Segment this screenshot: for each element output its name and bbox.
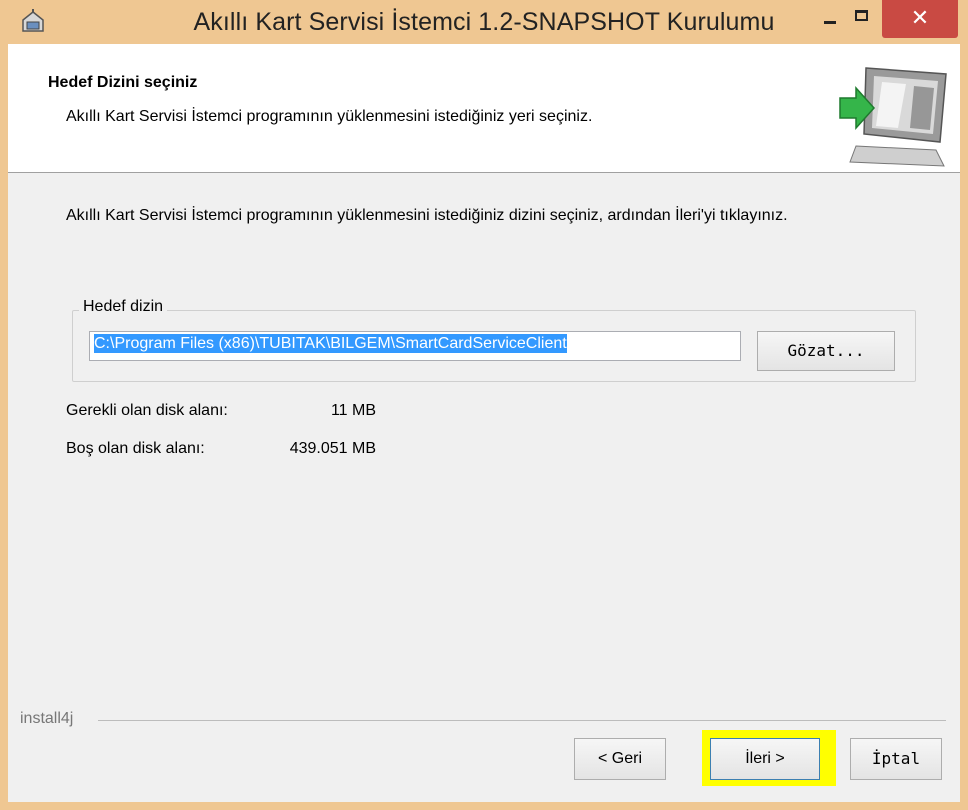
browse-button[interactable]: Gözat... xyxy=(757,331,895,371)
next-button[interactable]: İleri > xyxy=(710,738,820,780)
free-space-row: Boş olan disk alanı: 439.051 MB xyxy=(66,440,376,458)
destination-groupbox: Hedef dizin C:\Program Files (x86)\TUBIT… xyxy=(72,298,916,382)
dialog-client-area: Hedef Dizini seçiniz Akıllı Kart Servisi… xyxy=(8,44,960,802)
maximize-button[interactable] xyxy=(848,0,878,40)
back-button[interactable]: < Geri xyxy=(574,738,666,780)
wizard-header: Hedef Dizini seçiniz Akıllı Kart Servisi… xyxy=(8,44,960,173)
free-space-value: 439.051 MB xyxy=(289,440,376,457)
page-title: Hedef Dizini seçiniz xyxy=(48,74,198,91)
required-space-label: Gerekli olan disk alanı: xyxy=(66,402,228,419)
instruction-text: Akıllı Kart Servisi İstemci programının … xyxy=(66,207,788,224)
cancel-button[interactable]: İptal xyxy=(850,738,942,780)
title-bar[interactable]: Akıllı Kart Servisi İstemci 1.2-SNAPSHOT… xyxy=(0,0,968,44)
footer-divider xyxy=(98,720,946,721)
close-button[interactable]: ✕ xyxy=(882,0,958,38)
destination-path-input[interactable]: C:\Program Files (x86)\TUBITAK\BILGEM\Sm… xyxy=(89,331,741,361)
required-space-value: 11 MB xyxy=(330,402,376,419)
destination-group-label: Hedef dizin xyxy=(79,298,168,316)
free-space-label: Boş olan disk alanı: xyxy=(66,440,205,457)
installer-window: Akıllı Kart Servisi İstemci 1.2-SNAPSHOT… xyxy=(0,0,968,810)
required-space-row: Gerekli olan disk alanı: 11 MB xyxy=(66,402,376,420)
close-icon: ✕ xyxy=(910,5,930,30)
computer-install-icon xyxy=(839,67,947,167)
window-bottom-frame xyxy=(0,802,968,810)
page-subtitle: Akıllı Kart Servisi İstemci programının … xyxy=(66,108,593,125)
minimize-button[interactable] xyxy=(816,0,844,40)
destination-path-value: C:\Program Files (x86)\TUBITAK\BILGEM\Sm… xyxy=(94,334,567,353)
vendor-label: install4j xyxy=(20,710,82,728)
